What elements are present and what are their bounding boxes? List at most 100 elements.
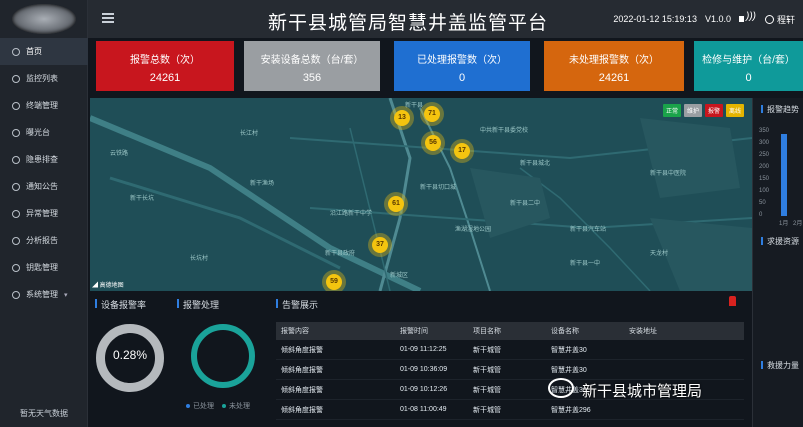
sidebar-item-label: 首页 bbox=[26, 47, 42, 56]
legend-dot-unhandled bbox=[221, 404, 226, 409]
map-cluster-marker[interactable]: 17 bbox=[454, 143, 470, 159]
column-header: 报警内容 bbox=[281, 328, 309, 335]
map-cluster-marker[interactable]: 13 bbox=[394, 110, 410, 126]
city-map[interactable]: 新干县 中共新干县委党校 新干县切口城 沿江路新干中学 新干县政府 渔湖湿地公园… bbox=[90, 98, 752, 291]
table-header: 报警内容 报警时间 项目名称 设备名称 安装地址 bbox=[276, 322, 744, 340]
map-label: 新干渔场 bbox=[250, 181, 275, 187]
sidebar-item-exposure[interactable]: 曝光台 bbox=[0, 119, 88, 146]
map-roads bbox=[90, 98, 752, 291]
stat-card-label: 检修与维护（台/套） bbox=[702, 55, 795, 66]
map-cluster-marker[interactable]: 71 bbox=[424, 106, 440, 122]
sidebar-item-label: 隐患排查 bbox=[26, 155, 58, 164]
map-cluster-marker[interactable]: 61 bbox=[388, 196, 404, 212]
cell-time: 01-09 10:36:09 bbox=[400, 366, 448, 373]
stat-card-value: 356 bbox=[302, 72, 322, 84]
legend-maintenance: 维护 bbox=[683, 104, 702, 117]
sidebar-item-home[interactable]: 首页 bbox=[0, 38, 88, 65]
sidebar-item-label: 监控列表 bbox=[26, 74, 58, 83]
chevron-down-icon: ▾ bbox=[64, 291, 68, 299]
sidebar: 首页 监控列表 终端管理 曝光台 隐患排查 通知公告 异常管理 分析报告 钥匙管… bbox=[0, 0, 88, 427]
map-cluster-marker[interactable]: 56 bbox=[425, 135, 441, 151]
cell-project: 新干城管 bbox=[473, 386, 501, 394]
sidebar-item-exception[interactable]: 异常管理 bbox=[0, 200, 88, 227]
sidebar-item-monitor-list[interactable]: 监控列表 bbox=[0, 65, 88, 92]
stat-card-label: 未处理报警数（次） bbox=[569, 55, 659, 66]
hazard-icon bbox=[12, 155, 20, 164]
stat-card-installed[interactable]: 安装设备总数（台/套） 356 bbox=[244, 41, 380, 91]
header-right: 2022-01-12 15:19:13 V1.0.0 程轩 bbox=[605, 11, 795, 26]
cell-time: 01-08 11:00:49 bbox=[400, 406, 447, 413]
map-label: 新城区 bbox=[390, 273, 409, 279]
map-label: 沿江路新干中学 bbox=[330, 211, 373, 217]
terminal-icon bbox=[12, 101, 20, 110]
map-label: 长坑村 bbox=[190, 256, 209, 262]
column-header: 报警时间 bbox=[400, 328, 428, 335]
stat-cards: 报警总数（次） 24261 安装设备总数（台/套） 356 已处理报警数（次） 0 未… bbox=[96, 41, 803, 91]
cell-device: 智慧井盖296 bbox=[551, 406, 591, 414]
alarm-handling-donut bbox=[191, 324, 255, 388]
map-label: 新干县政府 bbox=[325, 251, 356, 257]
cell-project: 新干城管 bbox=[473, 366, 501, 374]
alarm-handling-title: 报警处理 bbox=[176, 299, 220, 310]
handling-legend: 已处理 未处理 bbox=[186, 401, 250, 411]
map-attribution-text: 高德地图 bbox=[99, 283, 124, 289]
column-header: 设备名称 bbox=[551, 328, 579, 335]
map-label: 长江村 bbox=[240, 131, 259, 137]
sidebar-item-label: 分析报告 bbox=[26, 236, 58, 245]
sidebar-item-report[interactable]: 分析报告 bbox=[0, 227, 88, 254]
map-label: 新干县汽车站 bbox=[570, 227, 607, 233]
stat-card-value: 24261 bbox=[598, 72, 630, 84]
menu-toggle-icon[interactable] bbox=[102, 13, 114, 23]
datetime: 2022-01-12 15:19:13 bbox=[613, 14, 697, 24]
y-tick: 200 bbox=[759, 164, 770, 170]
stat-card-alarm-total[interactable]: 报警总数（次） 24261 bbox=[96, 41, 234, 91]
notice-icon bbox=[12, 182, 20, 191]
sidebar-nav: 首页 监控列表 终端管理 曝光台 隐患排查 通知公告 异常管理 分析报告 钥匙管… bbox=[0, 38, 88, 308]
table-row[interactable]: 倾斜角度报警 01-09 11:12:25 新干城管 智慧井盖30 bbox=[276, 340, 744, 360]
app-root: 首页 监控列表 终端管理 曝光台 隐患排查 通知公告 异常管理 分析报告 钥匙管… bbox=[0, 0, 803, 427]
map-cluster-marker[interactable]: 37 bbox=[372, 237, 388, 253]
legend-handled: 已处理 bbox=[193, 403, 214, 410]
sidebar-item-key[interactable]: 钥匙管理 bbox=[0, 254, 88, 281]
y-tick: 300 bbox=[759, 140, 770, 146]
stat-card-unhandled[interactable]: 未处理报警数（次） 24261 bbox=[544, 41, 684, 91]
device-alarm-rate-title: 设备报警率 bbox=[94, 299, 147, 310]
legend-alarm: 报警 bbox=[704, 104, 723, 117]
stat-card-maintenance[interactable]: 检修与维护（台/套） 0 bbox=[694, 41, 803, 91]
table-row[interactable]: 倾斜角度报警 01-08 11:00:49 新干城管 智慧井盖296 bbox=[276, 400, 744, 420]
table-row[interactable]: 倾斜角度报警 01-09 10:36:09 新干城管 智慧井盖30 bbox=[276, 360, 744, 380]
alarm-trend-title: 报警趋势 bbox=[761, 105, 799, 114]
stat-card-handled[interactable]: 已处理报警数（次） 0 bbox=[394, 41, 530, 91]
map-label: 新干县一中 bbox=[570, 261, 601, 267]
speaker-icon[interactable] bbox=[738, 11, 757, 26]
watermark: 新干县城市管理局 bbox=[582, 383, 703, 400]
legend-normal: 正常 bbox=[662, 104, 681, 117]
sidebar-item-system[interactable]: 系统管理 ▾ bbox=[0, 281, 88, 308]
map-cluster-marker[interactable]: 59 bbox=[326, 274, 342, 290]
header: 新干县城管局智慧井盖监管平台 2022-01-12 15:19:13 V1.0.… bbox=[88, 0, 803, 38]
right-panel: 报警趋势 350 300 250 200 150 100 50 0 1月 2月 … bbox=[752, 98, 803, 427]
map-label: 渔湖湿地公园 bbox=[455, 227, 492, 233]
map-attribution: ◢ 高德地图 bbox=[92, 283, 124, 289]
sidebar-item-hazard[interactable]: 隐患排查 bbox=[0, 146, 88, 173]
y-tick: 250 bbox=[759, 152, 770, 158]
map-label: 新干县 bbox=[405, 103, 424, 109]
exposure-icon bbox=[12, 128, 20, 137]
username[interactable]: 程轩 bbox=[777, 13, 795, 26]
stat-card-value: 0 bbox=[745, 72, 752, 84]
map-label: 新干县中医院 bbox=[650, 171, 687, 177]
y-tick: 350 bbox=[759, 128, 770, 134]
sidebar-item-notice[interactable]: 通知公告 bbox=[0, 173, 88, 200]
rescue-force-title: 救援力量 bbox=[761, 361, 799, 370]
map-label: 新干长坑 bbox=[130, 196, 155, 202]
page-title: 新干县城管局智慧井盖监管平台 bbox=[268, 13, 549, 34]
cell-project: 新干城管 bbox=[473, 346, 501, 354]
alarm-light-icon[interactable] bbox=[729, 296, 736, 306]
stat-card-value: 24261 bbox=[149, 72, 181, 84]
bottom-panels: 设备报警率 0.28% 报警处理 已处理 未处理 告警展示 报警内容 报警时间 … bbox=[88, 291, 752, 427]
user-icon[interactable] bbox=[764, 14, 774, 24]
map-label: 新干县二中 bbox=[510, 201, 541, 207]
y-tick: 100 bbox=[759, 188, 770, 194]
sidebar-item-terminal[interactable]: 终端管理 bbox=[0, 92, 88, 119]
alert-table: 报警内容 报警时间 项目名称 设备名称 安装地址 倾斜角度报警 01-09 11… bbox=[276, 322, 744, 420]
